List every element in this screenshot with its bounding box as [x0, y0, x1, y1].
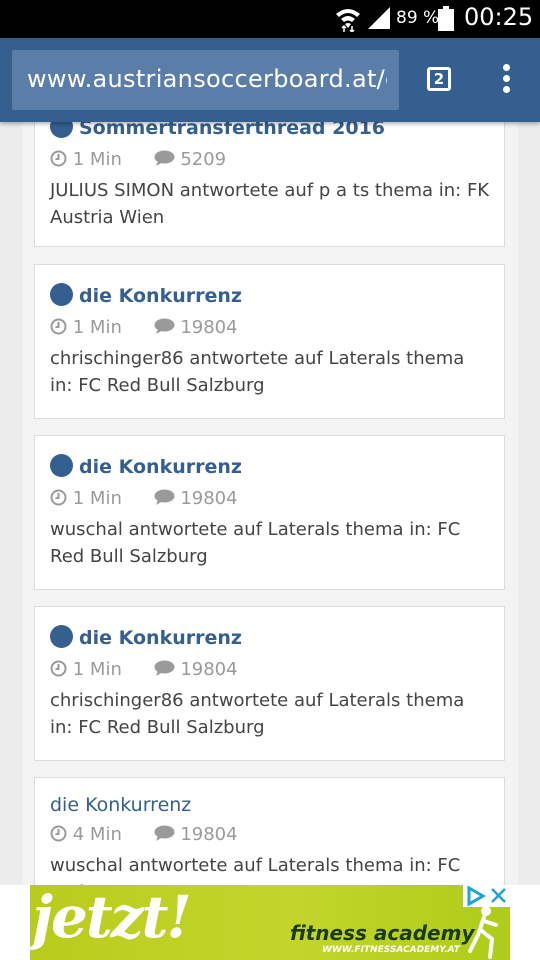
overflow-menu-button[interactable]	[494, 64, 518, 96]
post-time: 1 Min	[72, 317, 122, 338]
url-bar[interactable]: www.austriansoccerboard.at/c	[12, 50, 399, 110]
activity-text: chrischinger86 antwortete auf Laterals t…	[50, 348, 465, 396]
battery-percent: 89 %	[396, 8, 440, 28]
activity-text: JULIUS SIMON antwortete auf p a ts thema…	[50, 180, 490, 228]
reply-count: 19804	[180, 317, 238, 338]
comment-icon	[154, 825, 175, 841]
post-time: 1 Min	[72, 659, 122, 680]
url-text[interactable]: www.austriansoccerboard.at/c	[27, 65, 387, 93]
post-meta: 1 Min 19804	[50, 317, 238, 338]
reply-count: 19804	[180, 659, 238, 680]
post-meta: 4 Min 19804	[50, 824, 238, 845]
post-meta: 1 Min 19804	[50, 659, 238, 680]
activity-text: chrischinger86 antwortete auf Laterals t…	[50, 690, 465, 738]
topic-title-link[interactable]: die Konkurrenz	[50, 283, 242, 307]
ad-choices-icon	[467, 885, 487, 907]
feed-card[interactable]: die Konkurrenz 1 Min 19804 wuschal antwo…	[34, 435, 505, 590]
reply-count: 19804	[180, 824, 238, 845]
feed-card[interactable]: die Konkurrenz 1 Min 19804 chrischinger8…	[34, 264, 505, 419]
unread-dot-icon	[50, 283, 73, 306]
topic-title-link[interactable]: Sommertransferthread 2016	[50, 122, 385, 139]
feed-card[interactable]: Sommertransferthread 2016 1 Min 5209 JUL…	[34, 122, 505, 247]
ad-container: jetzt! fitness academy WWW.FITNESSACADEM…	[0, 885, 540, 960]
ad-url: WWW.FITNESSACADEMY.AT	[322, 945, 460, 955]
reply-count: 5209	[180, 149, 227, 170]
reply-count: 19804	[180, 488, 238, 509]
close-icon	[491, 888, 506, 903]
signal-icon	[368, 7, 390, 29]
ad-brand: fitness academy	[290, 921, 475, 945]
unread-dot-icon	[50, 122, 73, 138]
tab-switcher-button[interactable]: 2	[427, 67, 451, 91]
clock-icon	[50, 150, 67, 167]
topic-title-link[interactable]: die Konkurrenz	[50, 794, 191, 816]
status-bar: 89 % 00:25	[0, 0, 540, 38]
unread-dot-icon	[50, 625, 73, 648]
topic-title-link[interactable]: die Konkurrenz	[50, 625, 242, 649]
clock-icon	[50, 489, 67, 506]
clock-icon	[50, 660, 67, 677]
battery-icon	[438, 6, 454, 31]
runner-figure-icon	[468, 906, 498, 959]
unread-dot-icon	[50, 454, 73, 477]
wifi-icon	[336, 9, 360, 32]
topic-title-link[interactable]: die Konkurrenz	[50, 454, 242, 478]
ad-headline: jetzt!	[32, 885, 192, 951]
post-time: 1 Min	[72, 149, 122, 170]
post-meta: 1 Min 5209	[50, 149, 226, 170]
browser-toolbar: www.austriansoccerboard.at/c 2	[0, 38, 540, 122]
ad-banner[interactable]: jetzt! fitness academy WWW.FITNESSACADEM…	[30, 885, 510, 960]
post-time: 1 Min	[72, 488, 122, 509]
comment-icon	[154, 489, 175, 505]
post-meta: 1 Min 19804	[50, 488, 238, 509]
clock-icon	[50, 825, 67, 842]
activity-text: wuschal antwortete auf Laterals thema in…	[50, 519, 461, 567]
comment-icon	[154, 660, 175, 676]
ad-choices-button[interactable]	[463, 885, 487, 907]
ad-close-button[interactable]	[487, 885, 510, 907]
comment-icon	[154, 150, 175, 166]
comment-icon	[154, 318, 175, 334]
feed-card[interactable]: die Konkurrenz 1 Min 19804 chrischinger8…	[34, 606, 505, 761]
activity-text: wuschal antwortete auf Laterals thema in…	[50, 855, 461, 885]
feed-card[interactable]: die Konkurrenz 4 Min 19804 wuschal antwo…	[34, 777, 505, 885]
clock-icon	[50, 318, 67, 335]
clock: 00:25	[464, 3, 534, 31]
post-time: 4 Min	[72, 824, 122, 845]
activity-feed: Sommertransferthread 2016 1 Min 5209 JUL…	[22, 122, 518, 885]
